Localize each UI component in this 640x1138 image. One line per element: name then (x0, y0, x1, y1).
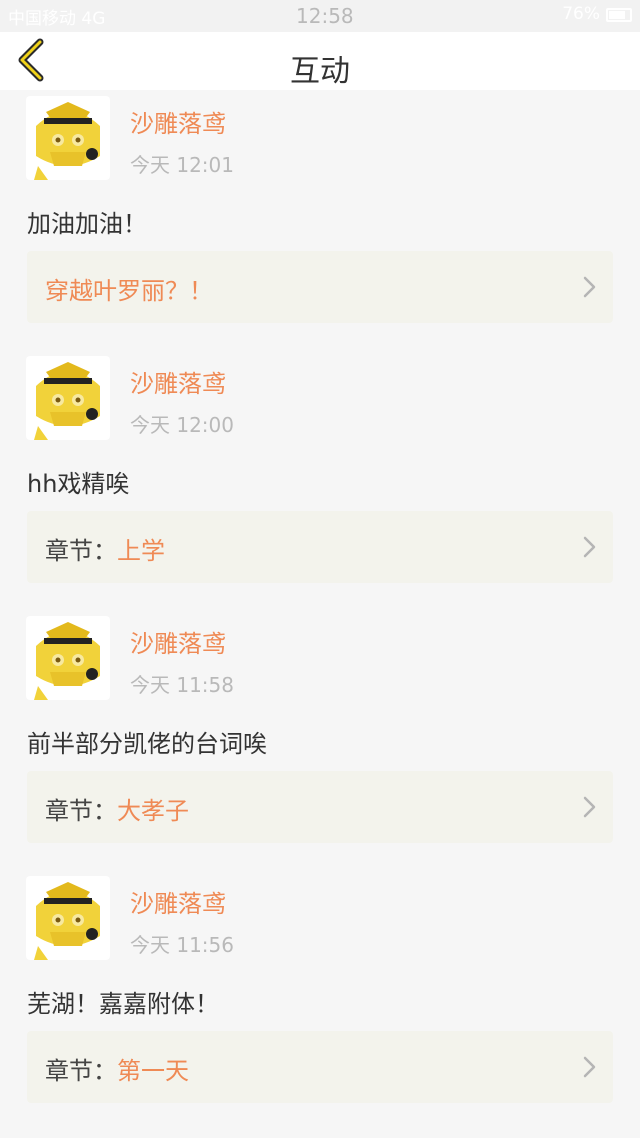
timestamp: 今天 12:01 (130, 153, 234, 177)
list-item: 沙雕落鸢 今天 11:56 芜湖！嘉嘉附体！ 章节：第一天 (0, 870, 640, 1130)
reference-prefix: 章节： (45, 537, 117, 565)
list-item: 沙雕落鸢 今天 12:00 hh戏精唉 章节：上学 (0, 350, 640, 610)
username[interactable]: 沙雕落鸢 (130, 364, 226, 399)
avatar[interactable] (26, 356, 110, 440)
battery-icon (606, 8, 632, 22)
avatar-image (26, 96, 110, 180)
reference-card[interactable]: 章节：第一天 (27, 1031, 613, 1103)
page-title: 互动 (290, 54, 350, 89)
carrier-label: 中国移动 4G (8, 9, 106, 29)
reference-card[interactable]: 穿越叶罗丽？！ (27, 251, 613, 323)
status-bar: 中国移动 4G 12:58 76% (0, 0, 640, 32)
avatar[interactable] (26, 616, 110, 700)
comment-text: 前半部分凯佬的台词唉 (27, 730, 267, 758)
clock-label: 12:58 (296, 4, 354, 28)
avatar[interactable] (26, 96, 110, 180)
reference-title: 穿越叶罗丽？！ (45, 277, 213, 305)
timestamp: 今天 12:00 (130, 413, 234, 437)
avatar-image (26, 876, 110, 960)
comment-text: 加油加油！ (27, 210, 147, 238)
list-item: 沙雕落鸢 今天 11:58 前半部分凯佬的台词唉 章节：大孝子 (0, 610, 640, 870)
chevron-right-icon (583, 536, 596, 558)
reference-card[interactable]: 章节：大孝子 (27, 771, 613, 843)
reference-prefix: 章节： (45, 1057, 117, 1085)
chevron-right-icon (583, 276, 596, 298)
comment-text: 芜湖！嘉嘉附体！ (27, 990, 219, 1018)
nav-bar: 互动 (0, 32, 640, 90)
battery-label: 76% (562, 4, 600, 24)
avatar-image (26, 356, 110, 440)
timestamp: 今天 11:58 (130, 673, 234, 697)
reference-card[interactable]: 章节：上学 (27, 511, 613, 583)
chevron-right-icon (583, 796, 596, 818)
reference-title: 第一天 (117, 1057, 189, 1085)
username[interactable]: 沙雕落鸢 (130, 884, 226, 919)
username[interactable]: 沙雕落鸢 (130, 624, 226, 659)
list-item: 沙雕落鸢 今天 12:01 加油加油！ 穿越叶罗丽？！ (0, 90, 640, 350)
reference-title: 上学 (117, 537, 165, 565)
comment-text: hh戏精唉 (27, 470, 130, 498)
reference-title: 大孝子 (117, 797, 189, 825)
avatar-image (26, 616, 110, 700)
reference-prefix: 章节： (45, 797, 117, 825)
username[interactable]: 沙雕落鸢 (130, 104, 226, 139)
timestamp: 今天 11:56 (130, 933, 234, 957)
avatar[interactable] (26, 876, 110, 960)
chevron-right-icon (583, 1056, 596, 1078)
